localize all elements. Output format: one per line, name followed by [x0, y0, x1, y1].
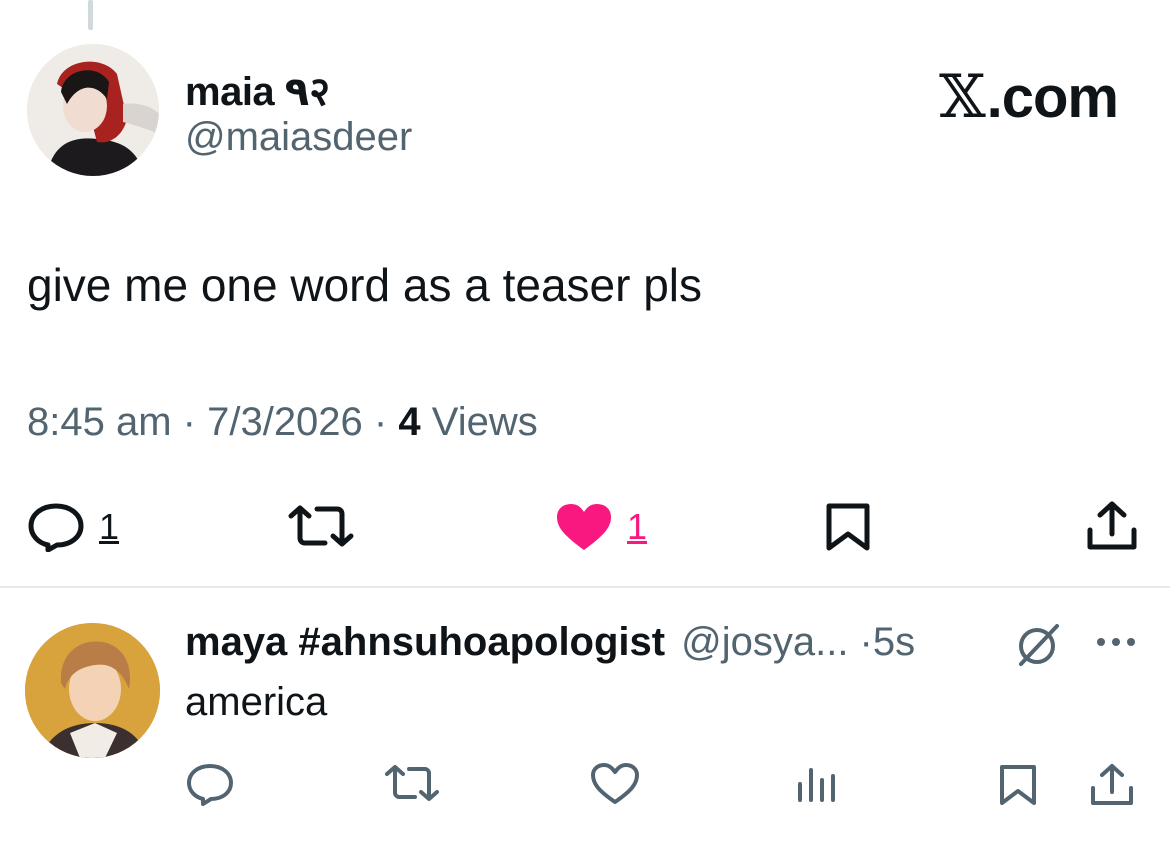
more-icon — [1097, 638, 1135, 646]
reply-share-button[interactable] — [1089, 762, 1135, 808]
reply-meta-separator: · — [848, 620, 873, 664]
views-count: 4 — [398, 400, 421, 444]
reply-bookmark-button[interactable] — [998, 764, 1038, 806]
reply-button[interactable]: 1 — [27, 502, 119, 552]
more-options-button[interactable] — [1095, 635, 1137, 654]
share-button[interactable] — [1086, 500, 1138, 552]
author-name[interactable]: maia ٩२ — [185, 62, 330, 117]
reply-avatar[interactable] — [25, 623, 160, 758]
bookmark-icon — [1000, 765, 1036, 805]
bookmark-icon — [826, 503, 870, 551]
thread-connector-line — [88, 0, 93, 30]
x-brand-logo: 𝕏 .com — [939, 62, 1119, 132]
reply-time[interactable]: 5s — [873, 620, 915, 665]
grok-button[interactable] — [1015, 622, 1061, 673]
brand-suffix: .com — [986, 64, 1119, 130]
retweet-icon — [385, 765, 439, 801]
reply-like-button[interactable] — [590, 762, 640, 806]
reply-header: maya #ahnsuhoapologist @josya... · 5s — [185, 620, 915, 665]
like-count: 1 — [627, 506, 648, 547]
meta-separator: · — [182, 400, 208, 444]
like-button[interactable]: 1 — [555, 502, 647, 552]
reply-author-name[interactable]: maya #ahnsuhoapologist — [185, 620, 665, 665]
bookmark-button[interactable] — [825, 502, 871, 552]
tweet-text: give me one word as a teaser pls — [27, 259, 703, 311]
retweet-icon — [288, 505, 354, 547]
reply-icon — [187, 764, 233, 806]
reply-analytics-button[interactable] — [795, 764, 837, 804]
reply-text: america — [185, 680, 328, 724]
reply-reply-button[interactable] — [185, 762, 235, 806]
heart-outline-icon — [591, 763, 639, 804]
reply-retweet-button[interactable] — [384, 764, 440, 802]
share-icon — [1091, 764, 1133, 805]
avatar[interactable] — [27, 44, 159, 176]
reply-count: 1 — [99, 506, 120, 547]
reply-icon — [28, 503, 84, 552]
reply-avatar-image — [25, 623, 160, 758]
tweet-time[interactable]: 8:45 am — [27, 400, 172, 444]
analytics-icon — [798, 768, 835, 802]
tweet-date[interactable]: 7/3/2026 — [207, 400, 363, 444]
x-logo-icon: 𝕏 — [939, 62, 986, 132]
heart-filled-icon — [557, 504, 611, 550]
views-label: Views — [431, 400, 538, 444]
meta-separator: · — [373, 400, 399, 444]
avatar-image — [27, 44, 159, 176]
grok-icon — [1019, 624, 1059, 666]
share-icon — [1087, 501, 1137, 550]
reply-author-handle[interactable]: @josya... — [681, 620, 848, 665]
author-handle[interactable]: @maiasdeer — [185, 115, 412, 160]
divider — [0, 586, 1170, 588]
tweet-meta: 8:45 am · 7/3/2026 · 4 Views — [27, 400, 538, 445]
retweet-button[interactable] — [287, 504, 355, 548]
